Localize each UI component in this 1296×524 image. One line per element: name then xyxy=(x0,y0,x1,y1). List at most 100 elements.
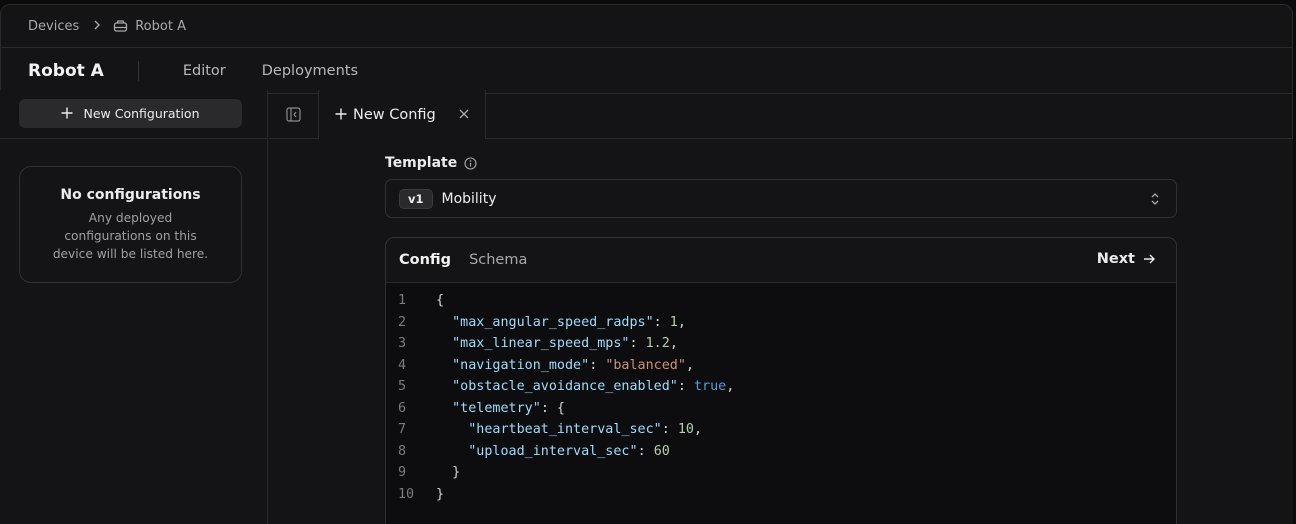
code-token: } xyxy=(436,465,461,481)
code-token: 60 xyxy=(653,443,670,459)
code-text: } xyxy=(436,487,444,502)
code-text: "max_angular_speed_radps": 1, xyxy=(436,315,686,330)
sidebar-toolbar: New Configuration xyxy=(0,90,267,139)
next-label: Next xyxy=(1096,251,1135,267)
tab-label: New Config xyxy=(353,106,436,123)
sidebar: New Configuration No configurations Any … xyxy=(0,90,268,524)
tab-config[interactable]: Config xyxy=(399,252,451,268)
code-text: "telemetry": { xyxy=(436,401,565,416)
code-token: , xyxy=(726,379,735,395)
nav-editor[interactable]: Editor xyxy=(183,63,226,79)
plus-icon xyxy=(61,103,73,124)
code-text: "navigation_mode": "balanced", xyxy=(436,358,694,373)
nav-deployments[interactable]: Deployments xyxy=(262,63,358,79)
close-icon[interactable] xyxy=(459,107,469,123)
line-number: 2 xyxy=(398,314,407,330)
chevron-right-icon xyxy=(93,19,101,33)
line-number: 6 xyxy=(398,400,407,416)
code-text: "obstacle_avoidance_enabled": true, xyxy=(436,379,734,394)
code-line: 8 "upload_interval_sec": 60 xyxy=(386,441,1176,463)
plus-icon xyxy=(335,104,347,125)
tab-schema[interactable]: Schema xyxy=(469,252,527,268)
code-token: "heartbeat_interval_sec" xyxy=(468,422,662,438)
code-token: : xyxy=(589,357,606,373)
code-token: , xyxy=(669,336,678,352)
chevron-up-down-icon xyxy=(1150,191,1160,211)
code-token: "navigation_mode" xyxy=(452,357,590,373)
code-line: 6 "telemetry": { xyxy=(386,398,1176,420)
sidebar-collapse-icon[interactable] xyxy=(269,90,319,138)
code-line: 2 "max_angular_speed_radps": 1, xyxy=(386,312,1176,334)
info-icon[interactable] xyxy=(464,156,477,170)
code-token: : xyxy=(677,379,694,395)
next-button[interactable]: Next xyxy=(1097,251,1156,267)
empty-state-title: No configurations xyxy=(60,187,201,203)
code-text: "max_linear_speed_mps": 1.2, xyxy=(436,336,678,351)
code-token: "upload_interval_sec" xyxy=(468,443,638,459)
code-token: } xyxy=(436,486,445,502)
line-number: 8 xyxy=(398,443,407,459)
page-title: Robot A xyxy=(28,60,139,81)
code-token: , xyxy=(693,422,703,438)
code-line: 4 "navigation_mode": "balanced", xyxy=(386,355,1176,377)
code-token: "balanced" xyxy=(605,357,686,373)
robot-icon xyxy=(113,19,128,33)
version-badge: v1 xyxy=(399,188,433,209)
code-token: : xyxy=(637,443,654,459)
line-number: 7 xyxy=(398,422,407,438)
code-token: 1.2 xyxy=(645,336,670,352)
code-text: { xyxy=(436,293,444,308)
new-configuration-button[interactable]: New Configuration xyxy=(19,99,242,128)
template-select-value: Mobility xyxy=(441,190,497,207)
code-line: 10} xyxy=(386,484,1176,506)
code-line: 3 "max_linear_speed_mps": 1.2, xyxy=(386,333,1176,355)
code-token: "obstacle_avoidance_enabled" xyxy=(452,379,678,395)
line-number: 9 xyxy=(398,465,407,481)
code-token: "max_linear_speed_mps" xyxy=(452,336,630,352)
code-token: "telemetry" xyxy=(452,400,541,416)
line-number: 3 xyxy=(398,336,407,352)
breadcrumb-current: Robot A xyxy=(135,18,186,34)
editor-tabs: Config Schema Next xyxy=(386,238,1176,283)
code-line: 9 } xyxy=(386,462,1176,484)
tab-new-config[interactable]: New Config xyxy=(319,90,486,139)
line-number: 10 xyxy=(398,486,415,502)
code-token: 10 xyxy=(677,422,694,438)
code-token: 1 xyxy=(669,314,678,330)
code-line: 7 "heartbeat_interval_sec": 10, xyxy=(386,419,1176,441)
empty-state-text: Any deployed configurations on this devi… xyxy=(52,211,209,261)
line-number: 5 xyxy=(398,379,407,395)
line-number: 1 xyxy=(398,293,407,309)
code-text: } xyxy=(436,465,460,480)
template-label-text: Template xyxy=(385,155,458,171)
breadcrumb-devices[interactable]: Devices xyxy=(28,19,79,34)
arrow-right-icon xyxy=(1143,253,1156,265)
page-header: Robot A Editor Deployments xyxy=(1,48,1292,94)
code-token: : xyxy=(653,314,670,330)
code-token: : xyxy=(629,336,646,352)
code-line: 5 "obstacle_avoidance_enabled": true, xyxy=(386,376,1176,398)
code-area[interactable]: 1{2 "max_angular_speed_radps": 1, 3 "max_… xyxy=(386,283,1176,524)
code-token: , xyxy=(685,357,694,373)
editor-tabbar: New Config xyxy=(269,90,1293,139)
code-token: , xyxy=(677,314,686,330)
template-select[interactable]: v1 Mobility xyxy=(385,179,1177,218)
new-configuration-label: New Configuration xyxy=(83,106,200,121)
code-text: "heartbeat_interval_sec": 10, xyxy=(436,422,702,437)
template-label: Template xyxy=(385,155,477,171)
code-token: { xyxy=(436,293,445,309)
code-token: true xyxy=(693,379,727,395)
config-content: Template v1 Mobility Config Schema Next … xyxy=(269,139,1293,524)
code-text: "upload_interval_sec": 60 xyxy=(436,444,670,459)
code-line: 1{ xyxy=(386,290,1176,312)
code-token: "max_angular_speed_radps" xyxy=(452,314,654,330)
config-editor: Config Schema Next 1{2 "max_angular_spee… xyxy=(385,237,1177,524)
code-token: : { xyxy=(540,400,565,416)
empty-state-card: No configurations Any deployed configura… xyxy=(19,166,242,283)
